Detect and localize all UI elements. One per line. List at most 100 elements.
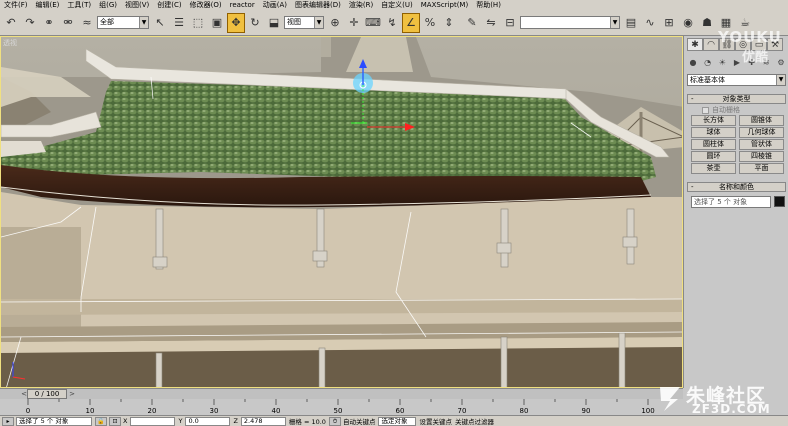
selection-filter-dropdown[interactable]: 全部 ▼: [97, 16, 149, 29]
select-object-icon[interactable]: ↖: [151, 13, 169, 33]
systems-icon[interactable]: ⚙: [775, 56, 787, 68]
menu-item-6[interactable]: 修改器(O): [187, 0, 227, 10]
viewport-scene: [1, 37, 682, 387]
select-and-rotate-icon[interactable]: ↻: [246, 13, 264, 33]
menu-item-4[interactable]: 视图(V): [122, 0, 154, 10]
rect-selection-icon[interactable]: ⬚: [189, 13, 207, 33]
menu-bar: 文件(F) 编辑(E) 工具(T) 组(G) 视图(V) 创建(C) 修改器(O) react…: [0, 0, 788, 10]
zf3d-watermark-en: ZF3D.COM: [692, 402, 771, 416]
modify-tab-icon[interactable]: ◠: [703, 38, 719, 51]
window-crossing-icon[interactable]: ▣: [208, 13, 226, 33]
undo-icon[interactable]: ↶: [2, 13, 20, 33]
menu-item-12[interactable]: MAXScript(M): [418, 0, 473, 10]
angle-snap-icon[interactable]: ∠: [402, 12, 420, 33]
create-category-icons: ● ◔ ☀ ▶ ✚ ≋ ⚙: [687, 56, 787, 70]
maxscript-listener-icon[interactable]: ▸: [2, 416, 14, 426]
object-color-swatch[interactable]: [774, 196, 785, 207]
redo-icon[interactable]: ↷: [21, 13, 39, 33]
menu-item-13[interactable]: 帮助(H): [473, 0, 506, 10]
render-setup-icon[interactable]: ☗: [698, 13, 716, 33]
pivot-center-icon[interactable]: ⊕: [326, 13, 344, 33]
cylinder-button[interactable]: 圆柱体: [691, 139, 736, 150]
menu-item-3[interactable]: 组(G): [96, 0, 122, 10]
command-panel: ✱ ◠ ⛓ ◎ ▭ ⚒ ● ◔ ☀ ▶ ✚ ≋ ⚙ 标准基本体 ▼ - 对象类型 自…: [683, 36, 788, 388]
y-coordinate-field[interactable]: 0.0: [185, 416, 231, 426]
keyboard-shortcut-icon[interactable]: ⌨: [364, 13, 382, 33]
menu-item-7[interactable]: reactor: [227, 0, 260, 10]
align-icon[interactable]: ⊟: [501, 13, 519, 33]
3dsmax-window: 文件(F) 编辑(E) 工具(T) 组(G) 视图(V) 创建(C) 修改器(O) react…: [0, 0, 788, 426]
edit-named-selection-icon[interactable]: ✎: [463, 13, 481, 33]
snap-toggle-icon[interactable]: ↯: [383, 13, 401, 33]
key-filter-button[interactable]: 关键点过滤器: [455, 416, 494, 426]
unlink-icon[interactable]: ⚮: [59, 13, 77, 33]
named-selection-dropdown[interactable]: ▼: [520, 16, 620, 29]
select-and-move-icon[interactable]: ✥: [227, 12, 245, 33]
link-icon[interactable]: ⚭: [40, 13, 58, 33]
selected-set-field[interactable]: 选定对象: [378, 416, 417, 426]
geometry-icon[interactable]: ●: [687, 56, 699, 68]
menu-item-9[interactable]: 图表编辑器(D): [292, 0, 346, 10]
geosphere-button[interactable]: 几何球体: [739, 127, 784, 138]
lights-icon[interactable]: ☀: [716, 56, 728, 68]
pyramid-button[interactable]: 四棱锥: [739, 151, 784, 162]
absolute-mode-icon[interactable]: ⊡: [109, 416, 121, 426]
set-key-button[interactable]: 设置关键点: [419, 416, 452, 426]
z-coordinate-field[interactable]: 2.478: [240, 416, 286, 426]
collapse-icon: -: [691, 95, 694, 103]
reference-coordinate-dropdown[interactable]: 视图 ▼: [284, 16, 324, 29]
spinner-snap-icon[interactable]: ⇕: [440, 13, 458, 33]
shapes-icon[interactable]: ◔: [702, 56, 714, 68]
perspective-viewport[interactable]: 透视: [0, 36, 683, 388]
track-tick-label: 20: [147, 407, 157, 415]
z-label: Z: [233, 417, 238, 425]
time-slider[interactable]: < 0 / 100 >: [0, 388, 683, 399]
chevron-down-icon: ▼: [610, 17, 619, 28]
youku-watermark: YOUKU: [718, 28, 782, 46]
time-next-icon[interactable]: >: [68, 389, 76, 399]
chevron-down-icon: ▼: [314, 17, 323, 28]
mirror-icon[interactable]: ⇋: [482, 13, 500, 33]
name-color-rollout[interactable]: - 名称和颜色: [687, 182, 786, 192]
time-tag-icon[interactable]: ⏱: [328, 416, 341, 426]
menu-item-11[interactable]: 自定义(U): [378, 0, 418, 10]
select-manipulate-icon[interactable]: ✛: [345, 13, 363, 33]
viewport-label[interactable]: 透视: [3, 38, 17, 48]
menu-item-10[interactable]: 渲染(R): [346, 0, 378, 10]
menu-item-0[interactable]: 文件(F): [1, 0, 33, 10]
menu-item-8[interactable]: 动画(A): [260, 0, 292, 10]
auto-key-button[interactable]: 自动关键点: [343, 416, 376, 426]
auto-grid-checkbox[interactable]: 自动栅格: [702, 105, 740, 115]
tube-button[interactable]: 管状体: [739, 139, 784, 150]
box-button[interactable]: 长方体: [691, 115, 736, 126]
track-tick-label: 10: [85, 407, 95, 415]
schematic-view-icon[interactable]: ⊞: [660, 13, 678, 33]
chevron-down-icon: ▼: [776, 75, 785, 85]
bind-space-warp-icon[interactable]: ≈: [78, 13, 96, 33]
curve-editor-icon[interactable]: ∿: [641, 13, 659, 33]
object-name-field[interactable]: 选择了 5 个 对象: [691, 196, 771, 208]
select-and-scale-icon[interactable]: ⬓: [265, 13, 283, 33]
material-editor-icon[interactable]: ◉: [679, 13, 697, 33]
primitive-type-dropdown[interactable]: 标准基本体 ▼: [687, 74, 786, 86]
percent-snap-icon[interactable]: %: [421, 13, 439, 33]
object-type-rollout[interactable]: - 对象类型: [687, 94, 786, 104]
torus-button[interactable]: 圆环: [691, 151, 736, 162]
track-bar[interactable]: 0 10 20 30 40 50 60 70 80 90 100: [0, 399, 683, 415]
plane-button[interactable]: 平面: [739, 163, 784, 174]
collapse-icon: -: [691, 183, 694, 191]
select-by-name-icon[interactable]: ☰: [170, 13, 188, 33]
x-coordinate-field[interactable]: [130, 416, 176, 426]
layer-manager-icon[interactable]: ▤: [622, 13, 640, 33]
lock-selection-icon[interactable]: 🔒: [95, 416, 107, 426]
sphere-button[interactable]: 球体: [691, 127, 736, 138]
track-tick-label: 40: [271, 407, 281, 415]
menu-item-1[interactable]: 编辑(E): [33, 0, 65, 10]
cone-button[interactable]: 圆锥体: [739, 115, 784, 126]
menu-item-5[interactable]: 创建(C): [154, 0, 186, 10]
menu-item-2[interactable]: 工具(T): [64, 0, 96, 10]
time-slider-thumb[interactable]: 0 / 100: [27, 389, 67, 399]
teapot-button[interactable]: 茶壶: [691, 163, 736, 174]
zf3d-watermark: 朱峰社区 ZF3D.COM: [656, 380, 788, 420]
create-tab-icon[interactable]: ✱: [687, 38, 703, 51]
